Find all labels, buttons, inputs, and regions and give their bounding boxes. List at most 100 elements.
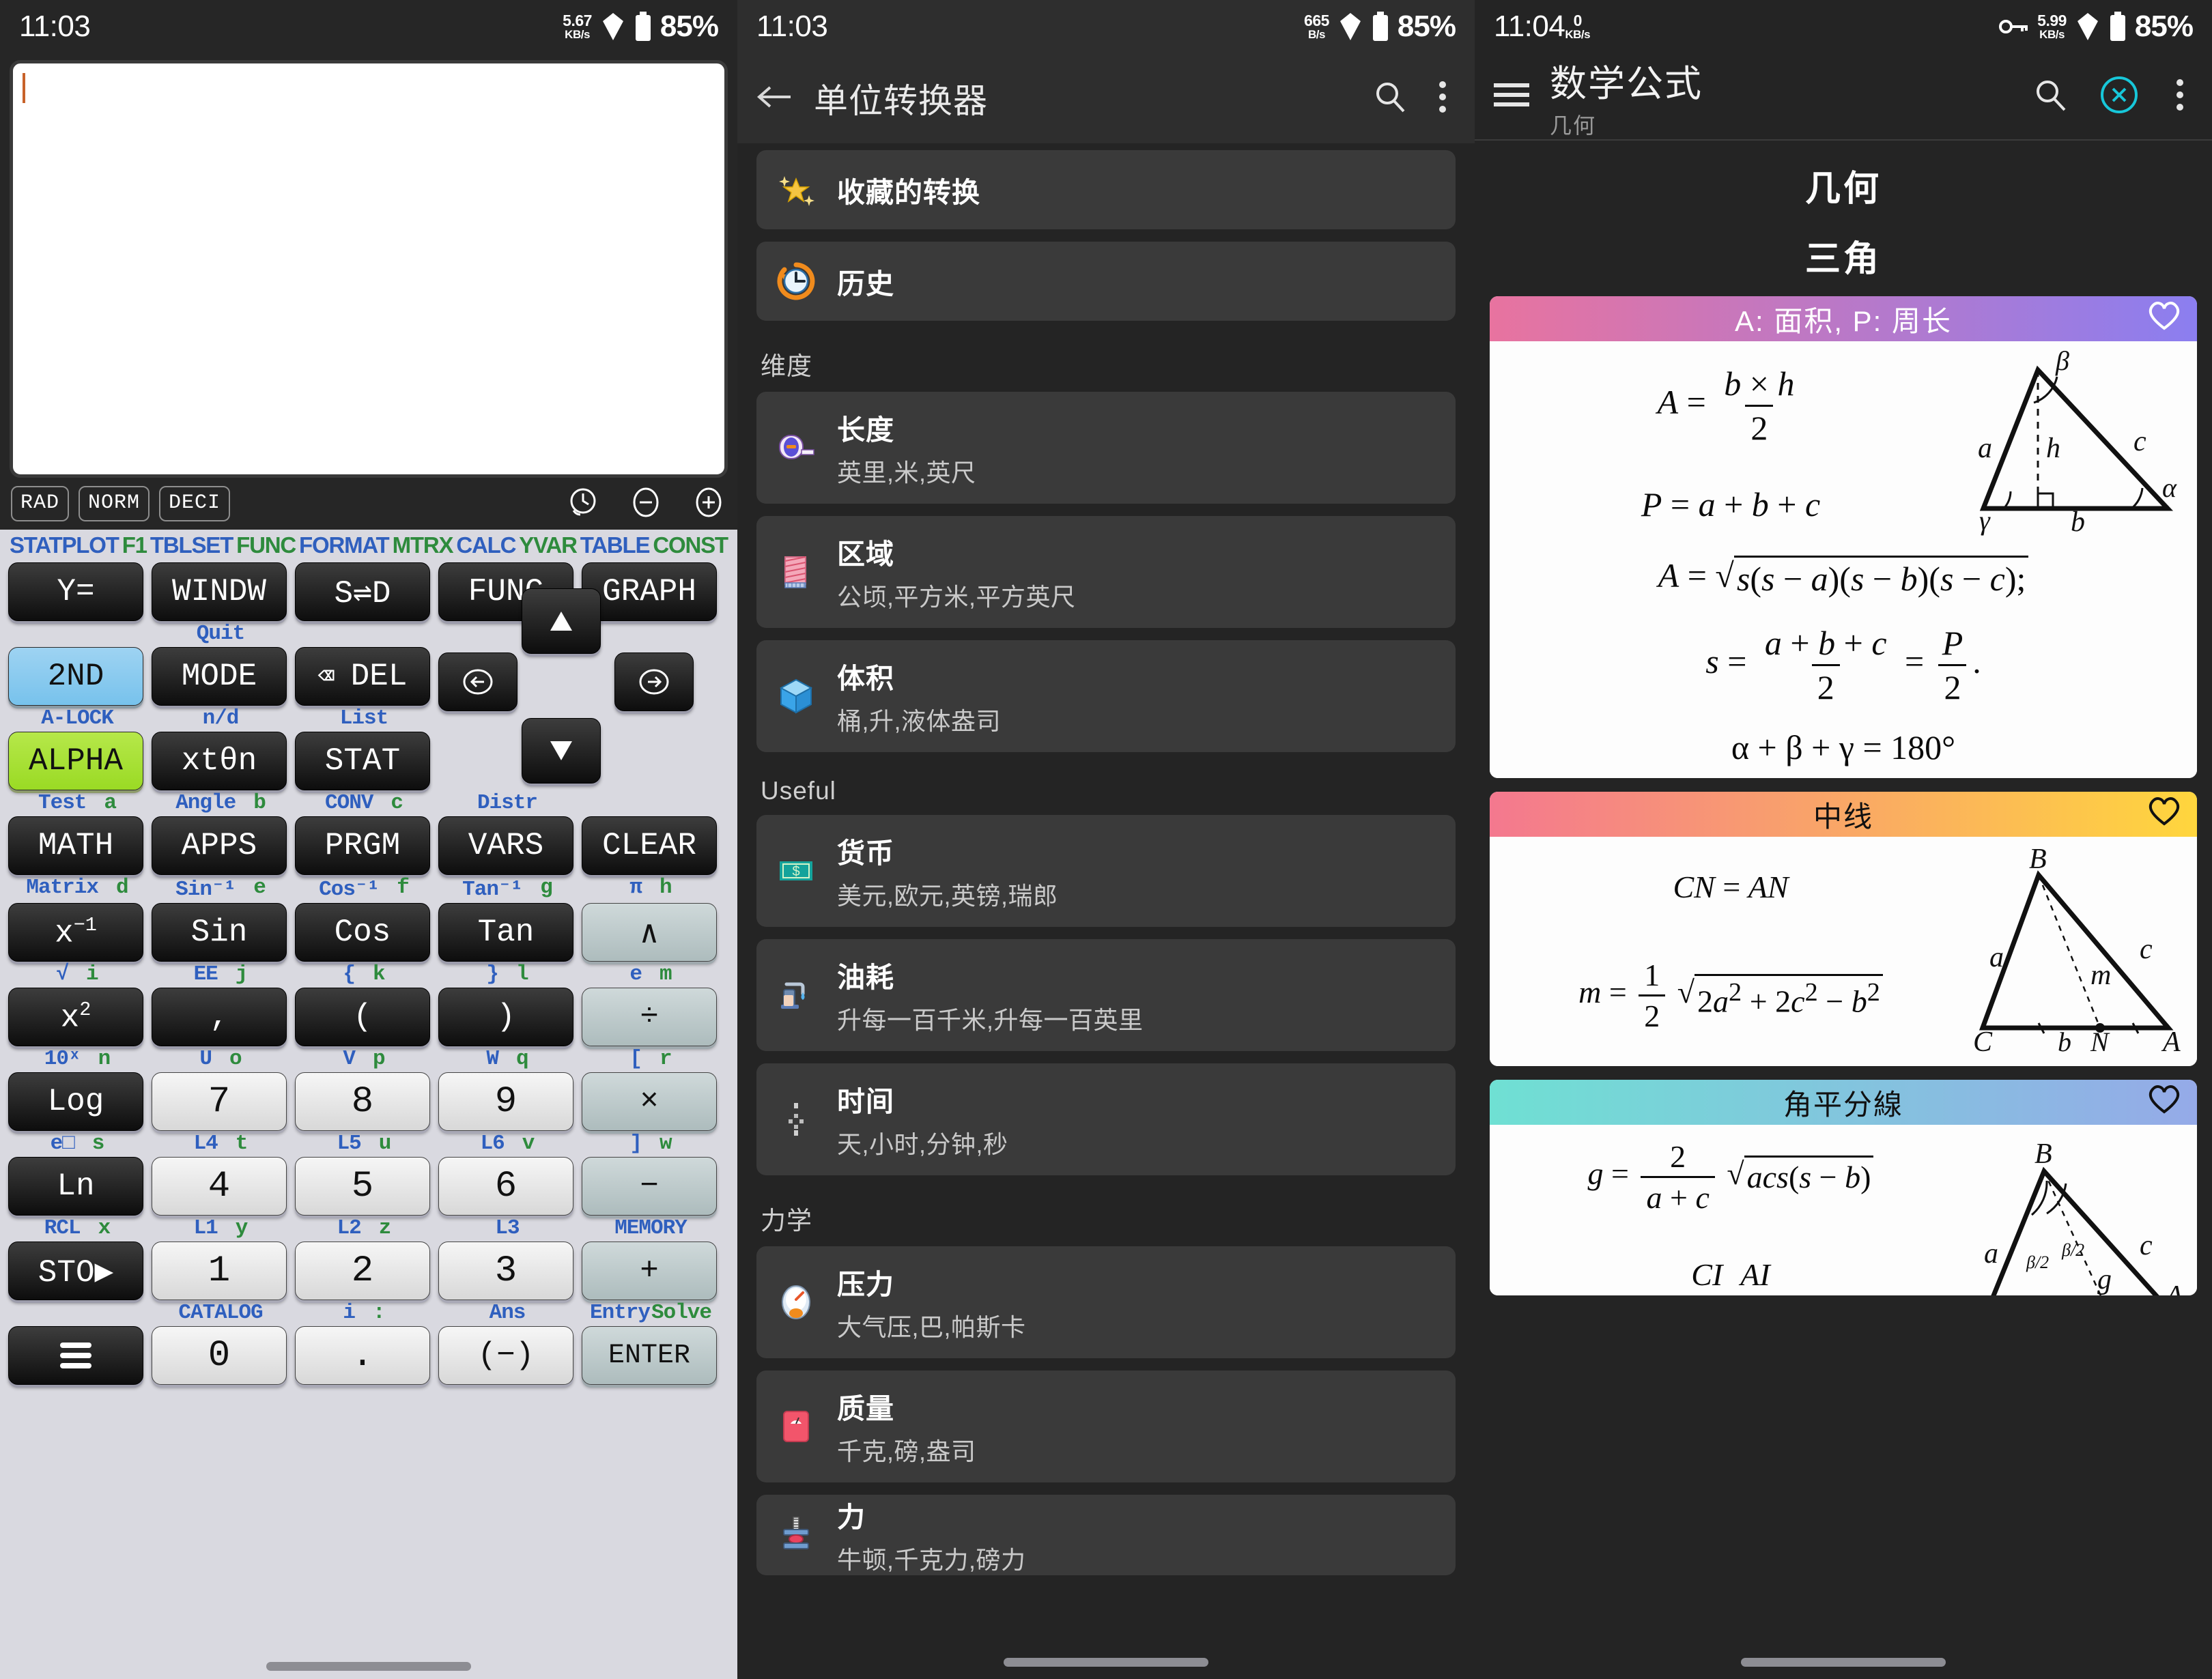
key-arrow-up[interactable] [522, 588, 601, 654]
status-time: 11:03 [756, 10, 828, 43]
key-x-inverse[interactable]: x−1 [8, 903, 143, 962]
key-power[interactable]: ∧ [582, 903, 717, 962]
calculator-keypad: STATPLOT F1 TBLSET FUNC FORMAT MTRX CALC… [0, 530, 737, 1679]
list-item-area[interactable]: 区域 公顷,平方米,平方英尺 [756, 516, 1456, 628]
key-log[interactable]: Log [8, 1072, 143, 1131]
system-nav-pill-2[interactable] [1004, 1658, 1208, 1667]
key-xtthetan[interactable]: xtθn [152, 732, 287, 790]
hamburger-icon[interactable] [1492, 81, 1531, 113]
key-3[interactable]: 3 [438, 1242, 573, 1300]
mode-chip-deci[interactable]: DECI [159, 486, 231, 521]
search-icon[interactable] [1372, 79, 1408, 118]
key-sin[interactable]: Sin [152, 903, 287, 962]
zoom-out-icon[interactable] [628, 485, 664, 523]
list-item-title: 区域 [837, 539, 894, 570]
key-multiply[interactable]: × [582, 1072, 717, 1131]
key-arrow-down[interactable] [522, 718, 601, 784]
list-item-currency[interactable]: $ 货币 美元,欧元,英镑,瑞郎 [756, 815, 1456, 927]
key-clear[interactable]: CLEAR [582, 816, 717, 875]
key-divide[interactable]: ÷ [582, 988, 717, 1046]
close-circle-icon[interactable] [2099, 74, 2140, 119]
battery-percent: 85% [2134, 10, 2194, 43]
list-item-subtitle: 千克,磅,盎司 [837, 1437, 976, 1465]
favorite-heart-icon[interactable] [2146, 299, 2182, 339]
list-item-volume[interactable]: 体积 桶,升,液体盎司 [756, 640, 1456, 752]
key-ln[interactable]: Ln [8, 1157, 143, 1216]
sub-label-row-8: RCL x L1 y L2 z L3 MEMORY [8, 1216, 729, 1240]
key-menu[interactable] [8, 1326, 143, 1385]
formula-card-angle-bisector[interactable]: 角平分線 g = 2a + c √ acs(s − b) CI AI B a c… [1490, 1080, 2197, 1295]
back-arrow-icon[interactable] [755, 82, 793, 115]
sub-ten-power: 10ˣ [44, 1047, 81, 1071]
key-graph[interactable]: GRAPH [582, 562, 717, 621]
key-cos[interactable]: Cos [295, 903, 430, 962]
list-item-mass[interactable]: 质量 千克,磅,盎司 [756, 1371, 1456, 1482]
list-item-fuel-consumption[interactable]: 油耗 升每一百千米,升每一百英里 [756, 939, 1456, 1051]
formula-card-area-perimeter[interactable]: A: 面积, P: 周长 A = b × h2 P = a + b + c β … [1490, 296, 2197, 778]
key-stat[interactable]: STAT [295, 732, 430, 790]
list-item-pressure[interactable]: 压力 大气压,巴,帕斯卡 [756, 1246, 1456, 1358]
list-item-length[interactable]: 长度 英里,米,英尺 [756, 392, 1456, 504]
history-icon[interactable] [565, 485, 601, 523]
list-item-subtitle: 大气压,巴,帕斯卡 [837, 1313, 1026, 1341]
key-apps[interactable]: APPS [152, 816, 287, 875]
key-y-equals[interactable]: Y= [8, 562, 143, 621]
key-s-to-d[interactable]: S⇌D [295, 562, 430, 621]
list-item-force[interactable]: 力 牛顿,千克力,磅力 [756, 1495, 1456, 1575]
key-0[interactable]: 0 [152, 1326, 287, 1385]
vpn-diamond-icon [2077, 13, 2098, 40]
key-mode[interactable]: MODE [152, 647, 287, 706]
key-prgm[interactable]: PRGM [295, 816, 430, 875]
key-minus[interactable]: − [582, 1157, 717, 1216]
svg-text:m: m [2090, 960, 2111, 991]
key-plus[interactable]: + [582, 1242, 717, 1300]
key-comma[interactable]: , [152, 988, 287, 1046]
more-vert-icon[interactable] [1428, 79, 1457, 118]
formula-card-median[interactable]: 中线 CN = AN m = 12 √ 2a2 + 2c2 − b2 B C A… [1490, 792, 2197, 1066]
zoom-in-icon[interactable] [691, 485, 726, 523]
history-clock-icon [774, 259, 818, 303]
key-math[interactable]: MATH [8, 816, 143, 875]
key-2nd[interactable]: 2ND [8, 647, 143, 706]
key-vars[interactable]: VARS [438, 816, 573, 875]
key-x-squared[interactable]: x2 [8, 988, 143, 1046]
key-6[interactable]: 6 [438, 1157, 573, 1216]
key-9[interactable]: 9 [438, 1072, 573, 1131]
key-enter[interactable]: ENTER [582, 1326, 717, 1385]
favorite-heart-icon[interactable] [2146, 794, 2182, 834]
list-item-subtitle: 升每一百千米,升每一百英里 [837, 1006, 1144, 1034]
list-item-favorites[interactable]: 收藏的转换 [756, 150, 1456, 229]
key-alpha[interactable]: ALPHA [8, 732, 143, 790]
list-item-time[interactable]: 时间 天,小时,分钟,秒 [756, 1063, 1456, 1175]
key-paren-open[interactable]: ( [295, 988, 430, 1046]
key-4[interactable]: 4 [152, 1157, 287, 1216]
key-5[interactable]: 5 [295, 1157, 430, 1216]
key-decimal-point[interactable]: . [295, 1326, 430, 1385]
search-icon[interactable] [2032, 76, 2069, 117]
key-arrow-left[interactable] [438, 652, 517, 711]
key-2[interactable]: 2 [295, 1242, 430, 1300]
favorite-heart-icon[interactable] [2146, 1082, 2182, 1122]
key-window[interactable]: WINDW [152, 562, 287, 621]
key-7[interactable]: 7 [152, 1072, 287, 1131]
key-1[interactable]: 1 [152, 1242, 287, 1300]
list-item-title: 力 [837, 1502, 866, 1533]
key-paren-close[interactable]: ) [438, 988, 573, 1046]
calculator-display[interactable] [10, 60, 728, 478]
key-negate[interactable]: (−) [438, 1326, 573, 1385]
list-item-history[interactable]: 历史 [756, 242, 1456, 321]
svg-text:C: C [1973, 1027, 1993, 1058]
mode-chip-rad[interactable]: RAD [11, 486, 70, 521]
key-8[interactable]: 8 [295, 1072, 430, 1131]
key-delete[interactable]: ⌫ DEL [295, 647, 430, 706]
system-nav-pill-1[interactable] [266, 1662, 471, 1671]
key-tan[interactable]: Tan [438, 903, 573, 962]
system-nav-pill-3[interactable] [1741, 1658, 1946, 1667]
sub-solve: Solve [651, 1301, 712, 1325]
key-store[interactable]: STO▶ [8, 1242, 143, 1300]
more-vert-icon[interactable] [2166, 77, 2194, 116]
key-arrow-right[interactable] [614, 652, 694, 711]
sub-alpha-i: i [86, 962, 99, 986]
mode-chip-norm[interactable]: NORM [79, 486, 150, 521]
sub-alpha-y: y [235, 1216, 249, 1240]
